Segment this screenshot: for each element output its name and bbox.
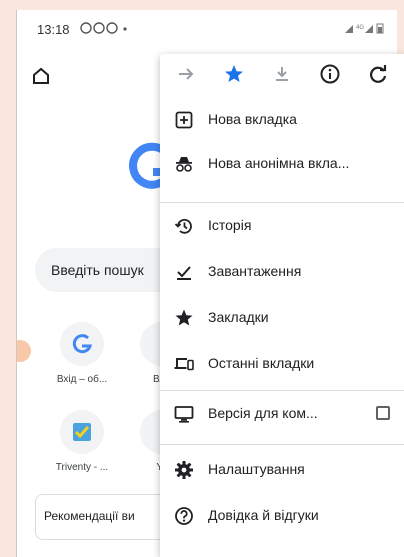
menu-item-label: Останні вкладки [208, 355, 315, 371]
desktop-site-checkbox[interactable] [376, 406, 390, 420]
help-icon [174, 506, 194, 526]
menu-item-settings[interactable]: Налаштування [160, 448, 404, 492]
menu-item-incognito[interactable]: Нова анонімна вкла... [160, 142, 404, 186]
new-tab-icon [174, 110, 194, 130]
menu-toolbar [160, 54, 404, 94]
home-icon[interactable] [31, 66, 51, 86]
status-bar: 13:18 4G [17, 10, 397, 46]
recommendations-label: Рекомендації ви [44, 509, 135, 523]
menu-item-history[interactable]: Історія [160, 204, 404, 248]
menu-item-label: Довідка й відгуки [208, 507, 319, 523]
reload-icon [370, 65, 387, 83]
downloads-icon [174, 262, 194, 282]
side-badge [17, 340, 31, 362]
download-button[interactable] [270, 62, 294, 86]
forward-arrow-icon [179, 68, 194, 80]
notification-icons [79, 21, 129, 35]
tile-label: Вхід – об... [56, 374, 108, 385]
status-time: 13:18 [37, 22, 70, 37]
history-icon [174, 216, 194, 236]
tile-circle [60, 410, 104, 454]
triventy-check-icon [73, 423, 91, 441]
menu-item-label: Завантаження [208, 263, 302, 279]
menu-item-label: Версія для ком... [208, 405, 318, 421]
reload-button[interactable] [366, 62, 390, 86]
menu-divider [160, 390, 404, 391]
menu-item-label: Налаштування [208, 461, 305, 477]
menu-item-label: Історія [208, 217, 252, 233]
menu-divider [160, 444, 404, 445]
overflow-menu: Нова вкладка Нова анонімна вкла... Істор… [160, 54, 404, 557]
info-icon [320, 64, 340, 84]
tile-label: Triventy - ... [55, 462, 109, 473]
menu-item-label: Нова анонімна вкла... [208, 155, 350, 171]
tile-google[interactable]: Вхід – об... [47, 322, 117, 385]
google-g-icon [72, 334, 93, 354]
menu-item-recent-tabs[interactable]: Останні вкладки [160, 342, 404, 386]
menu-divider [160, 202, 404, 203]
menu-item-downloads[interactable]: Завантаження [160, 250, 404, 294]
bookmark-star-button[interactable] [222, 62, 246, 86]
menu-item-new-tab[interactable]: Нова вкладка [160, 98, 404, 142]
recent-tabs-icon [174, 354, 194, 374]
incognito-icon [174, 154, 194, 174]
download-icon [276, 67, 288, 81]
tile-circle [60, 322, 104, 366]
menu-item-label: Нова вкладка [208, 111, 297, 127]
menu-item-bookmarks[interactable]: Закладки [160, 296, 404, 340]
search-placeholder: Введіть пошук [51, 262, 144, 278]
signal-icons: 4G [343, 22, 387, 34]
tile-triventy[interactable]: Triventy - ... [47, 410, 117, 473]
menu-item-desktop-site[interactable]: Версія для ком... [160, 392, 404, 436]
forward-button[interactable] [174, 62, 198, 86]
bookmarks-star-icon [174, 308, 194, 328]
desktop-icon [174, 404, 194, 424]
svg-text:4G: 4G [356, 25, 364, 31]
settings-gear-icon [174, 460, 194, 480]
menu-item-label: Закладки [208, 309, 269, 325]
page-info-button[interactable] [318, 62, 342, 86]
star-icon [225, 65, 243, 82]
menu-item-help[interactable]: Довідка й відгуки [160, 494, 404, 538]
